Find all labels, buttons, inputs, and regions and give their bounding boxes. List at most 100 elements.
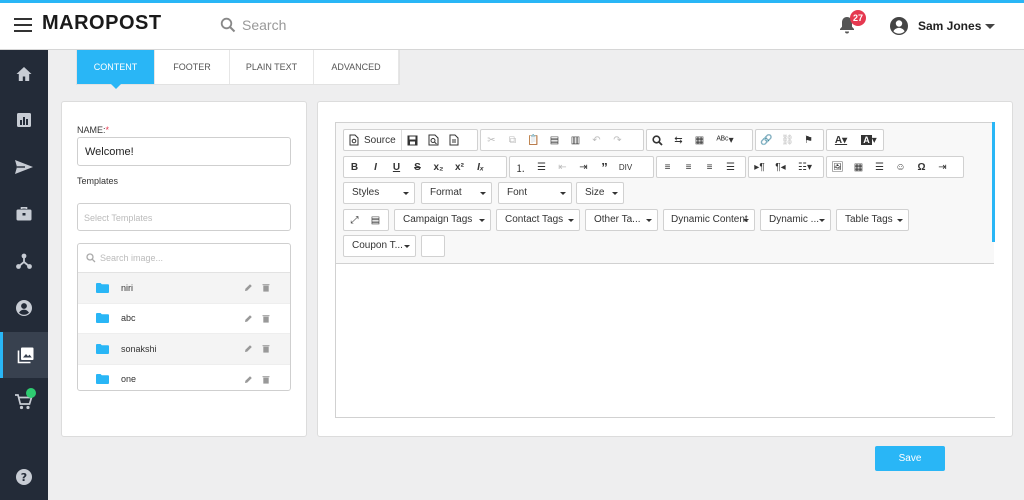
page-break-icon[interactable]: ⇥ (932, 157, 953, 177)
campaign-tags-dropdown[interactable]: Campaign Tags (394, 209, 491, 231)
folder-row[interactable]: one (78, 365, 290, 391)
coupon-tags-dropdown[interactable]: Coupon T... (343, 235, 416, 257)
trash-icon[interactable] (262, 344, 270, 353)
replace-icon[interactable]: ⇆ (668, 130, 689, 150)
spellcheck-icon[interactable]: ᴬᴮᶜ▾ (710, 130, 740, 150)
font-dropdown[interactable]: Font (498, 182, 572, 204)
image-search-input[interactable]: Search image... (78, 244, 290, 273)
editor-scrollbar[interactable] (992, 122, 995, 242)
save-doc-button[interactable] (402, 130, 423, 150)
user-menu-caret-icon[interactable] (985, 24, 995, 29)
user-name[interactable]: Sam Jones (918, 19, 981, 33)
dynamic-content-button[interactable]: Dynamic Content (663, 209, 755, 231)
align-left-icon[interactable]: ≡ (657, 157, 678, 177)
tab-footer[interactable]: FOOTER (155, 50, 230, 84)
trash-icon[interactable] (262, 375, 270, 384)
subscript-icon[interactable]: x₂ (428, 157, 449, 177)
edit-pencil-icon[interactable] (244, 375, 253, 384)
folder-row[interactable]: abc (78, 304, 290, 334)
size-dropdown[interactable]: Size (576, 182, 624, 204)
div-container-icon[interactable]: DIV (615, 157, 636, 177)
format-dropdown[interactable]: Format (421, 182, 492, 204)
bold-icon[interactable]: B (344, 157, 365, 177)
table-tags-dropdown[interactable]: Table Tags (836, 209, 909, 231)
cut-icon[interactable]: ✂ (481, 130, 502, 150)
styles-dropdown[interactable]: Styles (343, 182, 415, 204)
undo-icon[interactable]: ↶ (586, 130, 607, 150)
preview-icon (428, 134, 439, 146)
other-tags-dropdown[interactable]: Other Ta... (585, 209, 658, 231)
redo-icon[interactable]: ↷ (607, 130, 628, 150)
trash-icon[interactable] (262, 283, 270, 292)
outdent-icon[interactable]: ⇤ (552, 157, 573, 177)
tab-plain-text[interactable]: PLAIN TEXT (230, 50, 314, 84)
empty-toolbar-button[interactable] (421, 235, 445, 257)
smiley-icon[interactable]: ☺ (890, 157, 911, 177)
sidebar-item-reports[interactable] (0, 97, 48, 143)
folder-row[interactable]: sonakshi (78, 334, 290, 365)
underline-icon[interactable]: U (386, 157, 407, 177)
strike-icon[interactable]: S (407, 157, 428, 177)
link-icon[interactable]: 🔗 (756, 130, 777, 150)
tab-content[interactable]: CONTENT (77, 50, 155, 89)
show-blocks-icon[interactable]: ▤ (365, 210, 386, 230)
paste-word-icon[interactable]: ▥ (565, 130, 586, 150)
app-logo[interactable]: MAROPOST (42, 12, 162, 35)
special-char-icon[interactable]: Ω (911, 157, 932, 177)
justify-icon[interactable]: ☰ (720, 157, 741, 177)
image-icon[interactable]: 🖼 (827, 157, 848, 177)
sidebar-item-contacts[interactable] (0, 285, 48, 331)
sidebar-item-content[interactable] (0, 332, 48, 378)
sidebar-item-home[interactable] (0, 51, 48, 97)
sidebar-item-help[interactable]: ? (0, 454, 48, 500)
rtl-icon[interactable]: ¶◂ (770, 157, 791, 177)
bulleted-list-icon[interactable]: ☰ (531, 157, 552, 177)
horizontal-rule-icon[interactable]: ☰ (869, 157, 890, 177)
search-input[interactable]: Search (242, 17, 286, 33)
dynamic-dropdown[interactable]: Dynamic ... (760, 209, 831, 231)
tab-advanced[interactable]: ADVANCED (314, 50, 399, 84)
name-field[interactable] (77, 137, 291, 166)
folder-row[interactable]: niri (78, 273, 290, 304)
superscript-icon[interactable]: x² (449, 157, 470, 177)
save-button[interactable]: Save (875, 446, 945, 471)
source-icon (349, 134, 359, 146)
sidebar-item-send[interactable] (0, 144, 48, 190)
find-icon[interactable] (647, 130, 668, 150)
edit-pencil-icon[interactable] (244, 344, 253, 353)
text-color-icon[interactable]: A▾ (827, 130, 855, 150)
trash-icon[interactable] (262, 314, 270, 323)
table-icon[interactable]: ▦ (848, 157, 869, 177)
select-all-icon[interactable]: ▦ (689, 130, 710, 150)
unlink-icon[interactable]: ⛓ (777, 130, 798, 150)
sidebar-item-tools[interactable] (0, 191, 48, 237)
indent-icon[interactable]: ⇥ (573, 157, 594, 177)
anchor-flag-icon[interactable]: ⚑ (798, 130, 819, 150)
folder-name: sonakshi (121, 343, 157, 354)
align-right-icon[interactable]: ≡ (699, 157, 720, 177)
source-button[interactable]: Source (344, 130, 401, 150)
italic-icon[interactable]: I (365, 157, 386, 177)
copy-icon[interactable]: ⧉ (502, 130, 523, 150)
edit-pencil-icon[interactable] (244, 314, 253, 323)
contact-tags-dropdown[interactable]: Contact Tags (496, 209, 580, 231)
user-avatar-icon[interactable] (889, 16, 909, 36)
edit-pencil-icon[interactable] (244, 283, 253, 292)
ltr-icon[interactable]: ▸¶ (749, 157, 770, 177)
menu-icon[interactable] (14, 18, 32, 32)
paste-text-icon[interactable]: ▤ (544, 130, 565, 150)
blockquote-icon[interactable]: ” (594, 157, 615, 177)
align-center-icon[interactable]: ≡ (678, 157, 699, 177)
sidebar-item-journeys[interactable] (0, 238, 48, 284)
language-icon[interactable]: ☷▾ (791, 157, 819, 177)
templates-select[interactable]: Select Templates (77, 203, 291, 231)
numbered-list-icon[interactable]: ⒈ (510, 157, 531, 177)
preview-button[interactable] (423, 130, 444, 150)
sidebar-item-commerce[interactable] (0, 379, 48, 425)
templates-button[interactable] (444, 130, 465, 150)
paste-icon[interactable]: 📋 (523, 130, 544, 150)
remove-format-icon[interactable]: Iₓ (470, 157, 491, 177)
folder-icon (96, 374, 109, 385)
background-color-icon[interactable]: A ▾ (855, 130, 883, 150)
maximize-icon[interactable]: ⤢ (344, 210, 365, 230)
